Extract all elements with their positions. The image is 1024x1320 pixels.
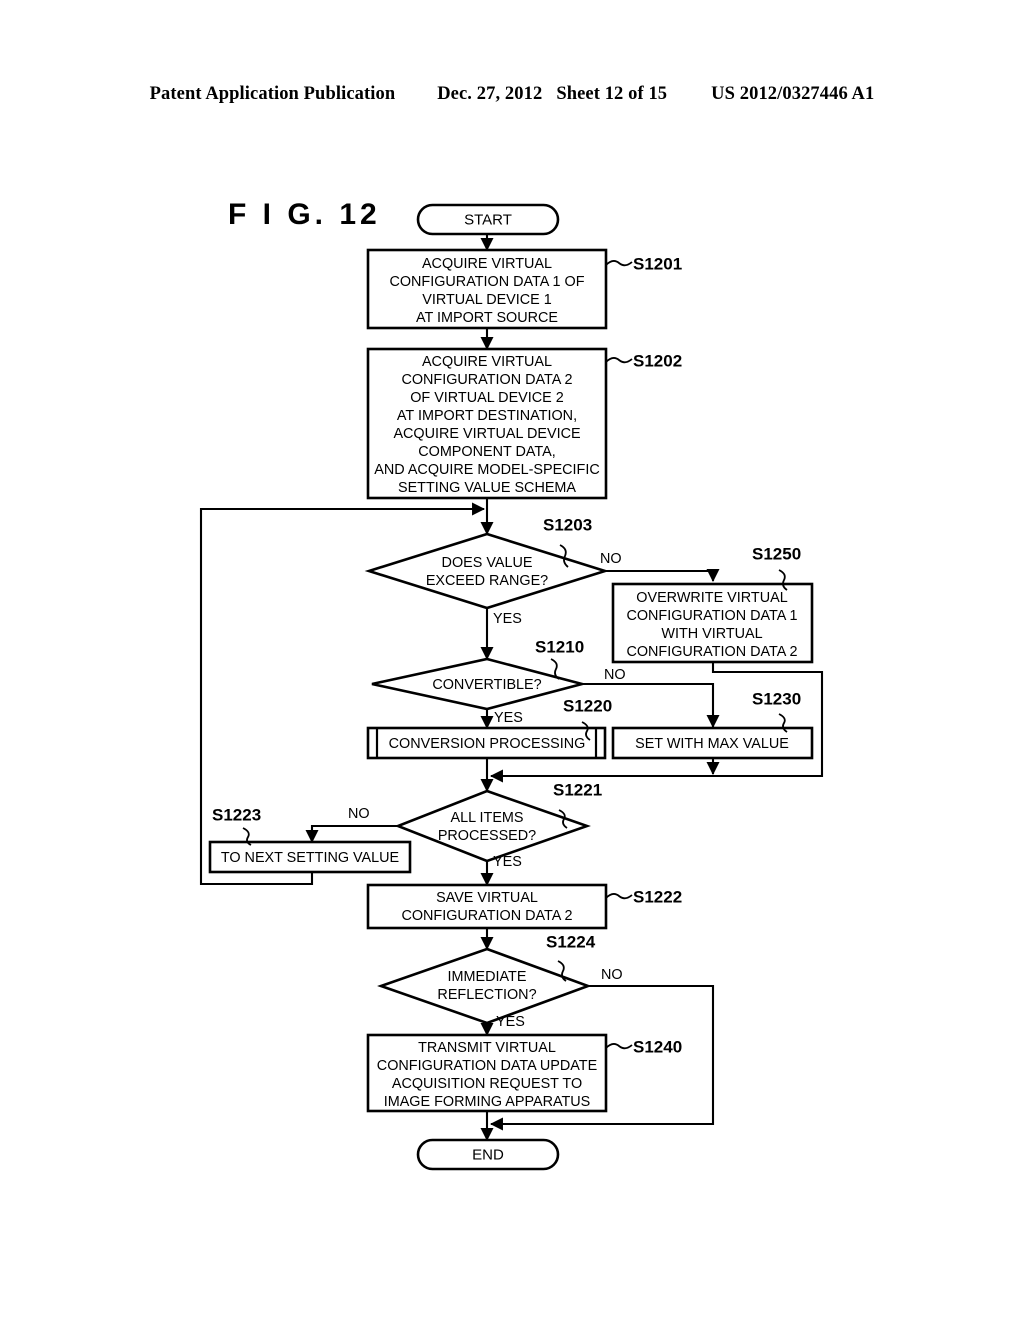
step-id-s1224: S1224 [546,932,596,951]
s1210-line-1: CONVERTIBLE? [432,677,541,693]
step-id-s1203: S1203 [543,515,592,534]
s1220-line-1: CONVERSION PROCESSING [389,736,586,752]
node-s1210: CONVERTIBLE? [371,657,588,711]
step-id-s1223-group: S1223 [212,805,261,846]
s1201-line-2: CONFIGURATION DATA 1 OF [389,274,584,290]
s1250-line-3: WITH VIRTUAL [661,626,762,642]
s1240-line-4: IMAGE FORMING APPARATUS [384,1094,591,1110]
s1210-branch-yes: YES [494,710,523,726]
step-id-s1222-group: S1222 [605,887,682,906]
s1202-line-5: ACQUIRE VIRTUAL DEVICE [393,426,580,442]
step-id-s1230-group: S1230 [752,689,801,733]
s1203-branch-yes: YES [493,611,522,627]
s1223-line-1: TO NEXT SETTING VALUE [221,850,399,866]
node-s1250: OVERWRITE VIRTUAL CONFIGURATION DATA 1 W… [611,582,814,664]
s1224-line-2: REFLECTION? [437,987,536,1003]
s1222-line-1: SAVE VIRTUAL [436,890,538,906]
node-s1220: CONVERSION PROCESSING [366,726,607,760]
s1240-line-2: CONFIGURATION DATA UPDATE [377,1058,597,1074]
s1202-line-7: AND ACQUIRE MODEL-SPECIFIC [374,462,600,478]
s1221-branch-yes: YES [493,854,522,870]
end-label: END [472,1146,504,1163]
s1202-line-4: AT IMPORT DESTINATION, [397,408,577,424]
node-s1202: ACQUIRE VIRTUAL CONFIGURATION DATA 2 OF … [366,347,608,500]
step-id-s1240: S1240 [633,1037,682,1056]
start-label: START [464,211,512,228]
node-s1222: SAVE VIRTUAL CONFIGURATION DATA 2 [366,883,608,930]
s1203-branch-no: NO [600,551,622,567]
step-id-s1230: S1230 [752,689,801,708]
s1230-line-1: SET WITH MAX VALUE [635,736,789,752]
s1202-line-3: OF VIRTUAL DEVICE 2 [410,390,564,406]
node-s1203: DOES VALUE EXCEED RANGE? [364,532,610,610]
node-s1221: ALL ITEMS PROCESSED? [394,789,591,863]
node-s1230: SET WITH MAX VALUE [611,726,814,760]
step-id-s1202-group: S1202 [605,351,682,370]
step-id-s1240-group: S1240 [605,1037,682,1056]
s1201-line-4: AT IMPORT SOURCE [416,310,558,326]
step-id-s1201: S1201 [633,254,682,273]
step-id-s1201-group: S1201 [605,254,682,273]
s1250-line-2: CONFIGURATION DATA 1 [626,608,797,624]
s1221-line-1: ALL ITEMS [450,810,523,826]
s1240-line-3: ACQUISITION REQUEST TO [392,1076,582,1092]
step-id-s1210: S1210 [535,637,584,656]
s1224-branch-no: NO [601,967,623,983]
s1221-line-2: PROCESSED? [438,828,536,844]
s1202-line-1: ACQUIRE VIRTUAL [422,354,552,370]
step-id-s1221: S1221 [553,780,602,799]
s1203-line-1: DOES VALUE [442,555,533,571]
s1210-branch-no: NO [604,667,626,683]
node-s1201: ACQUIRE VIRTUAL CONFIGURATION DATA 1 OF … [366,248,608,330]
s1221-branch-no: NO [348,806,370,822]
step-id-s1223: S1223 [212,805,261,824]
s1201-line-3: VIRTUAL DEVICE 1 [422,292,552,308]
connector-s1221-no-to-s1223 [305,824,398,844]
step-id-s1250: S1250 [752,544,801,563]
s1250-line-4: CONFIGURATION DATA 2 [626,644,797,660]
node-s1240: TRANSMIT VIRTUAL CONFIGURATION DATA UPDA… [366,1033,608,1113]
node-start: START [416,203,560,236]
s1202-line-2: CONFIGURATION DATA 2 [401,372,572,388]
s1224-line-1: IMMEDIATE [448,969,527,985]
s1202-line-8: SETTING VALUE SCHEMA [398,480,576,496]
s1201-line-1: ACQUIRE VIRTUAL [422,256,552,272]
s1202-line-6: COMPONENT DATA, [418,444,556,460]
step-id-s1220: S1220 [563,696,612,715]
node-s1223: TO NEXT SETTING VALUE [208,840,412,874]
step-id-s1222: S1222 [633,887,682,906]
s1250-line-1: OVERWRITE VIRTUAL [636,590,787,606]
step-id-s1202: S1202 [633,351,682,370]
s1203-line-2: EXCEED RANGE? [426,573,548,589]
s1224-branch-yes: YES [496,1014,525,1030]
node-end: END [416,1138,560,1171]
flowchart-diagram: START ACQUIRE VIRTUAL CONFIGURATION DATA… [199,203,824,1171]
s1222-line-2: CONFIGURATION DATA 2 [401,908,572,924]
s1240-line-1: TRANSMIT VIRTUAL [418,1040,556,1056]
node-s1224: IMMEDIATE REFLECTION? [377,947,592,1025]
